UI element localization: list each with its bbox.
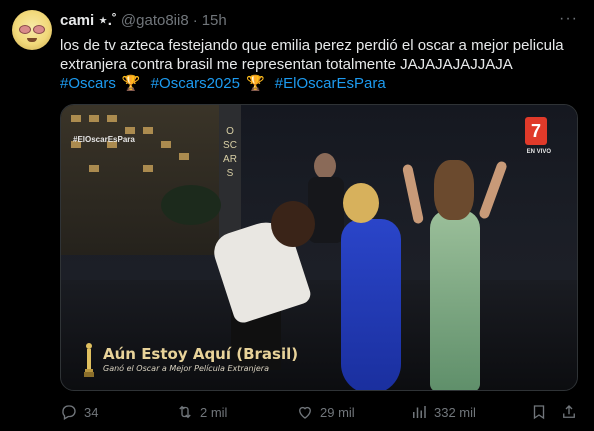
trophy-icon: 🏆	[121, 75, 141, 92]
reply-count: 34	[84, 404, 99, 420]
reply-icon	[62, 405, 76, 420]
oscar-statue-icon	[84, 343, 94, 377]
person-green-dress	[401, 160, 508, 390]
hashtag-oscars[interactable]: #Oscars	[60, 75, 116, 92]
avatar-eye-left	[19, 25, 31, 34]
avatar-mouth	[27, 38, 37, 42]
author-name[interactable]: cami ⋆.˚	[60, 11, 117, 29]
tower-lettering: OSCARS	[223, 126, 237, 179]
channel-logo: 7	[525, 117, 547, 145]
more-icon[interactable]: ···	[559, 10, 578, 28]
bookmark-button[interactable]	[530, 403, 554, 421]
tweet-text: los de tv azteca festejando que emilia p…	[60, 37, 564, 73]
views-icon	[413, 406, 426, 418]
lower-third-title: Aún Estoy Aquí (Brasil)	[103, 344, 299, 363]
author-handle[interactable]: @gato8ii8	[121, 12, 189, 29]
tweet-header: cami ⋆.˚ @gato8ii8 · 15h	[60, 11, 227, 30]
hashtags: #Oscars 🏆 #Oscars2025 🏆 #ElOscarEsPara	[60, 74, 392, 93]
tweet-time[interactable]: 15h	[202, 12, 227, 29]
avatar[interactable]	[12, 10, 52, 50]
like-count: 29 mil	[320, 404, 355, 420]
hashtag-eloscaresepara[interactable]: #ElOscarEsPara	[275, 75, 386, 92]
lower-third: Aún Estoy Aquí (Brasil) Ganó el Oscar a …	[83, 341, 298, 379]
trophy-icon: 🏆	[245, 75, 265, 92]
views-button[interactable]: 332 mil	[410, 403, 476, 421]
share-button[interactable]	[560, 403, 584, 421]
header-separator: ·	[192, 11, 198, 29]
avatar-eye-right	[33, 25, 45, 34]
repost-count: 2 mil	[200, 404, 228, 420]
video-player[interactable]: OSCARS #ElOscarEsPara 7 EN VIVO Aún Esto…	[60, 104, 578, 391]
repost-icon	[179, 405, 191, 419]
like-button[interactable]: 29 mil	[296, 403, 355, 421]
like-icon	[299, 406, 311, 419]
action-bar: 34 2 mil 29 mil 332 mil	[60, 403, 580, 423]
hashtag-oscars2025[interactable]: #Oscars2025	[151, 75, 240, 92]
repost-button[interactable]: 2 mil	[176, 403, 227, 421]
bookmark-icon	[533, 405, 545, 420]
views-count: 332 mil	[434, 404, 476, 420]
video-hashtag-overlay: #ElOscarEsPara	[73, 135, 135, 144]
reply-button[interactable]: 34	[60, 403, 98, 421]
live-label: EN VIVO	[526, 149, 551, 155]
lower-third-subtitle: Ganó el Oscar a Mejor Película Extranjer…	[103, 363, 269, 373]
share-icon	[563, 405, 575, 418]
